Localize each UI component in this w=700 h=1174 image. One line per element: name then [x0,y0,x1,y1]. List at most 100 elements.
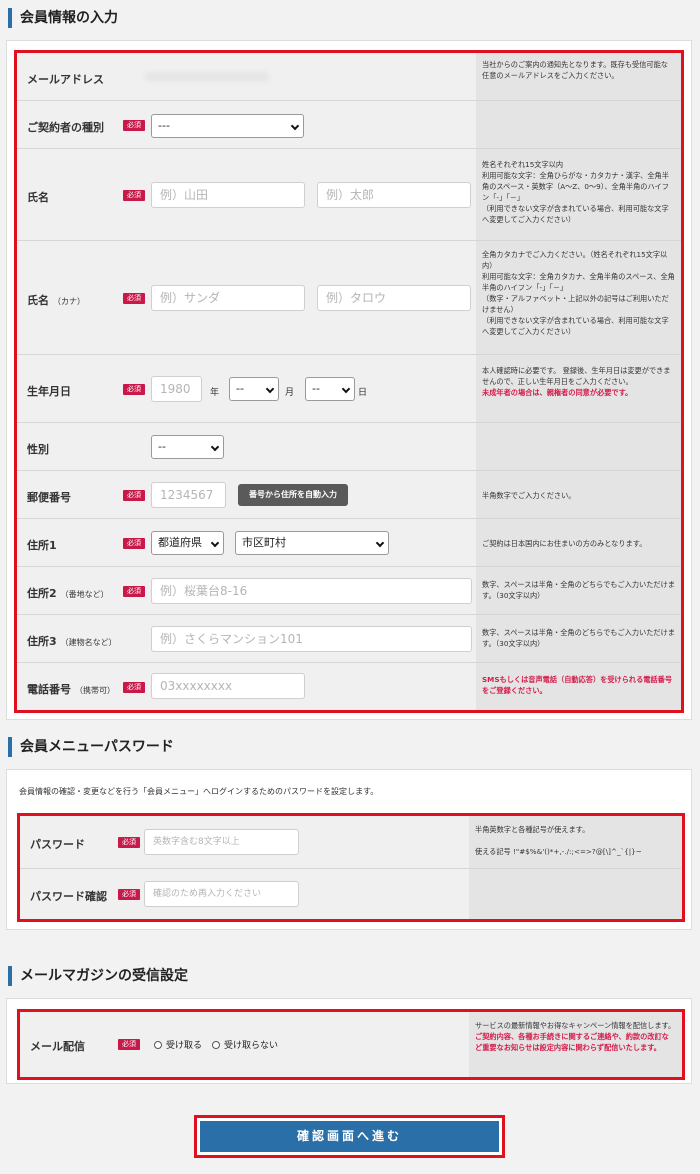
row-phone: 電話番号 （携帯可） 必須 03xxxxxxxx SMSもしくは音声電話（自動応答… [17,663,681,710]
radio-icon [212,1040,220,1049]
birthday-note-emph: 未成年者の場合は、親権者の同意が必要です。 [482,388,633,397]
month-unit: 月 [285,388,295,398]
password-form: パスワード 必須 英数字含む8文字以上 半角英数字と各種記号が使えます。 使える… [17,813,685,922]
row-birthday: 生年月日 必須 1980 年 -- 月 -- 日 本人確認時に必要です。 登録後… [17,355,681,423]
name-kana-label: 氏名 （カナ） [27,292,85,308]
name-kana-label-text: 氏名 [27,294,49,307]
postal-code-input[interactable]: 1234567 [151,482,226,508]
mail-opt-in-label: 受け取る [166,1041,203,1051]
password-input[interactable]: 英数字含む8文字以上 [144,829,299,855]
chevron-down-icon [375,538,385,548]
birthday-label: 生年月日 [27,385,71,398]
password-confirm-input[interactable]: 確認のため再入力ください [144,881,299,907]
name-label: 氏名 [27,191,49,204]
birth-year-input[interactable]: 1980 [151,376,202,402]
required-badge: 必須 [123,120,145,131]
address2-label-sub: （番地など） [60,590,109,599]
row-address2: 住所2 （番地など） 必須 例）桜葉台8-16 数字、スペースは半角・全角のどちら… [17,567,681,615]
password-confirm-note [469,869,682,919]
row-address1: 住所1 必須 都道府県 市区町村 ご契約は日本国内にお住まいの方のみとなります。 [17,519,681,567]
row-postal: 郵便番号 必須 1234567 番号から住所を自動入力 半角数字でご入力ください… [17,471,681,519]
row-contract-type: ご契約者の種別 必須 --- [17,101,681,149]
chevron-down-icon [210,442,220,452]
section-title-member-info: 会員情報の入力 [8,8,118,28]
chevron-down-icon [265,384,275,394]
birth-month-select[interactable]: -- [229,377,279,401]
birth-month-value: -- [236,382,244,395]
phone-input[interactable]: 03xxxxxxxx [151,673,305,699]
phone-label-sub: （携帯可） [75,686,115,695]
row-name-kana: 氏名 （カナ） 必須 例）サンダ 例）タロウ 全角カタカナでご入力ください。（姓名… [17,241,681,355]
section-title-password: 会員メニューパスワード [8,737,174,757]
prefecture-select[interactable]: 都道府県 [151,531,224,555]
contract-type-note [476,101,681,148]
city-value: 市区町村 [242,536,286,549]
mail-note-text: サービスの最新情報やお得なキャンペーン情報を配信します。 [475,1021,676,1030]
row-name: 氏名 必須 例）山田 例）太郎 姓名それぞれ15文字以内 利用可能な文字：全角ひ… [17,149,681,241]
mail-note: サービスの最新情報やお得なキャンペーン情報を配信します。ご契約内容、各種お手続き… [469,1012,682,1077]
row-address3: 住所3 （建物名など） 例）さくらマンション101 数字、スペースは半角・全角のど… [17,615,681,663]
mail-opt-in-radio[interactable]: 受け取る [154,1038,202,1051]
required-badge: 必須 [118,889,140,900]
required-badge: 必須 [123,586,145,597]
mail-opt-out-label: 受け取らない [224,1041,279,1051]
section-title-mail: メールマガジンの受信設定 [8,966,188,986]
row-password: パスワード 必須 英数字含む8文字以上 半角英数字と各種記号が使えます。 使える… [20,816,682,869]
city-select[interactable]: 市区町村 [235,531,389,555]
submit-highlight: 確認画面へ進む [194,1115,505,1158]
row-password-confirm: パスワード確認 必須 確認のため再入力ください [20,869,682,919]
last-name-kana-input[interactable]: 例）サンダ [151,285,305,311]
email-value-masked [145,72,269,82]
member-info-panel: メールアドレス 当社からのご案内の通知先となります。既存も受信可能な任意のメール… [6,40,692,720]
chevron-down-icon [290,121,300,131]
required-badge: 必須 [123,190,145,201]
password-description: 会員情報の確認・変更などを行う「会員メニュー」へログインするためのパスワードを設… [19,787,379,796]
auto-fill-address-button[interactable]: 番号から住所を自動入力 [238,484,348,506]
row-gender: 性別 -- [17,423,681,471]
password-confirm-label: パスワード確認 [30,890,107,903]
password-symbols: 使える記号 !"#$%&'()*+,-./:;<=>?@[\]^_`{|}~ [475,847,642,856]
row-mail: メール配信 必須 受け取る 受け取らない サービスの最新情報やお得なキャンペーン… [20,1012,682,1077]
required-badge: 必須 [118,1039,140,1050]
email-note: 当社からのご案内の通知先となります。既存も受信可能な任意のメールアドレスをご入力… [476,53,681,100]
birth-day-select[interactable]: -- [305,377,355,401]
address1-label: 住所1 [27,539,57,552]
name-kana-note: 全角カタカナでご入力ください。（姓名それぞれ15文字以内） 利用可能な文字：全角… [476,241,681,354]
gender-note [476,423,681,470]
mail-note-emph: ご契約内容、各種お手続きに関するご連絡や、約款の改訂など重要なお知らせは設定内容… [475,1032,669,1052]
address3-input[interactable]: 例）さくらマンション101 [151,626,472,652]
postal-note: 半角数字でご入力ください。 [476,471,681,518]
confirm-button[interactable]: 確認画面へ進む [200,1121,499,1152]
password-note: 半角英数字と各種記号が使えます。 使える記号 !"#$%&'()*+,-./:;… [469,816,682,868]
first-name-kana-input[interactable]: 例）タロウ [317,285,471,311]
radio-icon [154,1040,162,1049]
birthday-note: 本人確認時に必要です。 登録後、生年月日は変更ができませんので、正しい生年月日を… [476,355,681,422]
required-badge: 必須 [118,837,140,848]
address2-label: 住所2 （番地など） [27,585,109,601]
mail-label: メール配信 [30,1040,85,1053]
contract-type-select[interactable]: --- [151,114,304,138]
phone-note-emph: SMSもしくは音声電話（自動応答）を受けられる電話番号をご登録ください。 [482,675,673,695]
name-note: 姓名それぞれ15文字以内 利用可能な文字：全角ひらがな・カタカナ・漢字、全角半角… [476,149,681,240]
address2-note: 数字、スペースは半角・全角のどちらでもご入力いただけます。（30文字以内） [476,567,681,614]
row-email: メールアドレス 当社からのご案内の通知先となります。既存も受信可能な任意のメール… [17,53,681,101]
mail-opt-out-radio[interactable]: 受け取らない [212,1038,278,1051]
phone-label: 電話番号 （携帯可） [27,681,115,697]
password-label: パスワード [30,838,85,851]
email-label: メールアドレス [27,73,104,86]
address3-label-sub: （建物名など） [60,638,117,647]
chevron-down-icon [341,384,351,394]
required-badge: 必須 [123,293,145,304]
gender-select[interactable]: -- [151,435,224,459]
address3-label: 住所3 （建物名など） [27,633,117,649]
gender-value: -- [158,440,166,453]
last-name-input[interactable]: 例）山田 [151,182,305,208]
birthday-note-text: 本人確認時に必要です。 登録後、生年月日は変更ができませんので、正しい生年月日を… [482,366,671,386]
address1-note: ご契約は日本国内にお住まいの方のみとなります。 [476,519,681,566]
password-panel: 会員情報の確認・変更などを行う「会員メニュー」へログインするためのパスワードを設… [6,769,692,930]
required-badge: 必須 [123,538,145,549]
address2-input[interactable]: 例）桜葉台8-16 [151,578,472,604]
address2-label-text: 住所2 [27,587,57,600]
required-badge: 必須 [123,682,145,693]
first-name-input[interactable]: 例）太郎 [317,182,471,208]
